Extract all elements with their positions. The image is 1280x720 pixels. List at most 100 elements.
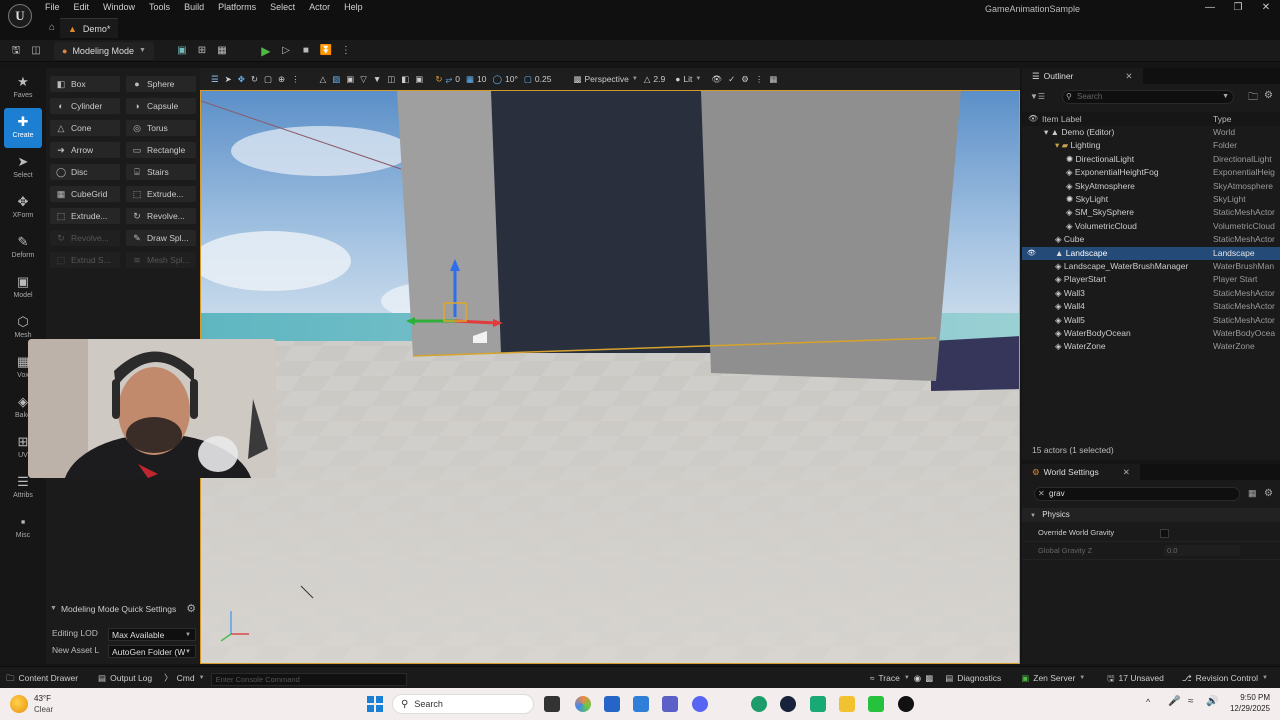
tool-stairs[interactable]: ⌸ Stairs: [126, 164, 196, 180]
override-gravity-checkbox[interactable]: [1160, 529, 1169, 538]
store-icon[interactable]: [604, 696, 620, 712]
outliner-row[interactable]: ◈ SM_SkySphere StaticMeshActor: [1022, 206, 1280, 219]
outliner-row[interactable]: ◈ ExponentialHeightFog ExponentialHeig: [1022, 166, 1280, 179]
task-view-icon[interactable]: [544, 696, 560, 712]
menu-file[interactable]: File: [38, 0, 67, 16]
output-log-button[interactable]: ▤ Output Log: [92, 667, 158, 689]
level-viewport[interactable]: [200, 90, 1020, 664]
volume-icon[interactable]: 🔊: [1206, 696, 1218, 707]
settings-gear-icon[interactable]: ⚙: [1264, 488, 1273, 499]
perspective-button[interactable]: ▩ Perspective ▼: [570, 70, 640, 88]
property-matrix-icon[interactable]: ▦: [1248, 488, 1257, 499]
tool-cylinder[interactable]: ◐ Cylinder: [50, 98, 120, 114]
add-content-icon[interactable]: ▣: [172, 41, 192, 61]
play-icon[interactable]: ▶: [256, 41, 276, 61]
outliner-row[interactable]: ✺ DirectionalLight DirectionalLight: [1022, 153, 1280, 166]
tool-rectangle[interactable]: ▭ Rectangle: [126, 142, 196, 158]
mirror-icon[interactable]: ◫: [384, 70, 398, 88]
tab-outliner[interactable]: ☰ Outliner ✕: [1022, 68, 1143, 84]
lit-button[interactable]: ● Lit ▼: [672, 70, 704, 88]
physics-section-header[interactable]: ▼ Physics: [1022, 508, 1280, 522]
settings-gear-icon[interactable]: ⚙: [738, 70, 752, 88]
terminal-icon[interactable]: [868, 696, 884, 712]
filter-icon[interactable]: ▼☰: [1030, 92, 1045, 101]
content-drawer-button[interactable]: 🗀 Content Drawer: [0, 667, 84, 689]
cmd-button[interactable]: 〉 Cmd ▼: [158, 667, 210, 689]
file-explorer-icon[interactable]: [839, 696, 855, 712]
category-model[interactable]: ▣ Model: [0, 268, 46, 308]
tab-level[interactable]: ▲ Demo*: [60, 18, 119, 38]
new-asset-select[interactable]: AutoGen Folder (W ▼: [108, 645, 196, 658]
triangle-select-icon[interactable]: ▽: [357, 70, 370, 88]
camera-speed-button[interactable]: △ 2.9: [641, 70, 668, 88]
quick-settings-header[interactable]: ▼ Modeling Mode Quick Settings ⚙: [50, 602, 196, 615]
outliner-row[interactable]: ◈ Wall3 StaticMeshActor: [1022, 287, 1280, 300]
category-create[interactable]: ✚ Create: [4, 108, 42, 148]
taskbar-time[interactable]: 9:50 PM: [1226, 693, 1270, 702]
settings-gear-icon[interactable]: ⚙: [1264, 90, 1273, 101]
outlook-icon[interactable]: [633, 696, 649, 712]
visibility-icon[interactable]: 👁: [1027, 247, 1036, 260]
menu-tools[interactable]: Tools: [142, 0, 177, 16]
close-icon[interactable]: ✕: [1125, 68, 1132, 84]
realtime-icon[interactable]: ✓: [725, 70, 738, 88]
add-folder-icon[interactable]: 🗀: [1248, 90, 1258, 107]
menu-window[interactable]: Window: [96, 0, 142, 16]
menu-edit[interactable]: Edit: [67, 0, 97, 16]
mode-selector-button[interactable]: ● Modeling Mode ▼: [54, 41, 154, 60]
unreal-engine-taskbar-icon[interactable]: [898, 696, 914, 712]
tool-cone[interactable]: △ Cone: [50, 120, 120, 136]
visibility-icon[interactable]: 👁: [1028, 114, 1038, 123]
steam-icon[interactable]: [780, 696, 796, 712]
outliner-row[interactable]: ◈ Landscape_WaterBrushManager WaterBrushM…: [1022, 260, 1280, 273]
unreal-logo-icon[interactable]: U: [8, 4, 32, 28]
tool-arrow[interactable]: ➜ Arrow: [50, 142, 120, 158]
col-type[interactable]: Type: [1213, 114, 1231, 124]
cube-icon[interactable]: ▣: [412, 70, 426, 88]
wifi-icon[interactable]: ≈: [1188, 696, 1194, 707]
layout-icon[interactable]: ▦: [766, 70, 780, 88]
menu-build[interactable]: Build: [177, 0, 211, 16]
paint-select-icon[interactable]: ▼: [370, 70, 384, 88]
cinematics-icon[interactable]: ▦: [212, 41, 232, 61]
tool-extrude-path[interactable]: ⬚ Extrude...: [50, 208, 120, 224]
teams-icon[interactable]: [662, 696, 678, 712]
scale-icon[interactable]: ▢: [261, 70, 275, 88]
step-icon[interactable]: ▷: [276, 41, 296, 61]
category-xform[interactable]: ✥ XForm: [0, 188, 46, 228]
tool-capsule[interactable]: ◑ Capsule: [126, 98, 196, 114]
taskbar-date[interactable]: 12/29/2025: [1226, 704, 1270, 713]
tool-revolve[interactable]: ↻ Revolve...: [126, 208, 196, 224]
category-deform[interactable]: ✎ Deform: [0, 228, 46, 268]
outliner-row[interactable]: ◈ Cube StaticMeshActor: [1022, 233, 1280, 246]
tool-extrude[interactable]: ⬚ Extrude...: [126, 186, 196, 202]
diagnostics-button[interactable]: ▤ Diagnostics: [939, 667, 1007, 689]
outliner-row[interactable]: 👁 ▲ Landscape Landscape: [1022, 246, 1280, 260]
category-select[interactable]: ➤ Select: [0, 148, 46, 188]
tool-draw-spline[interactable]: ✎ Draw Spl...: [126, 230, 196, 246]
play-options-icon[interactable]: ⋮: [336, 41, 356, 61]
tray-chevron-icon[interactable]: ^: [1146, 697, 1150, 707]
tool-torus[interactable]: ◎ Torus: [126, 120, 196, 136]
stop-icon[interactable]: ■: [296, 41, 316, 61]
tool-sphere[interactable]: ● Sphere: [126, 76, 196, 92]
copilot-icon[interactable]: [575, 696, 591, 712]
col-item-label[interactable]: Item Label: [1042, 114, 1082, 124]
lasso-icon[interactable]: ▣: [343, 70, 357, 88]
close-icon[interactable]: ✕: [1123, 464, 1130, 480]
taskbar-search[interactable]: ⚲ Search: [392, 694, 534, 714]
outliner-row[interactable]: ◈ WaterBodyOcean WaterBodyOcea: [1022, 327, 1280, 340]
select-box-icon[interactable]: ▨: [329, 70, 343, 88]
tool-cubegrid[interactable]: ▦ CubeGrid: [50, 186, 120, 202]
rotate-snap[interactable]: ◯ 10°: [490, 70, 521, 88]
clear-search-icon[interactable]: ✕: [1038, 488, 1045, 500]
windows-start-icon[interactable]: [367, 696, 383, 712]
more-icon[interactable]: ⋮: [288, 70, 303, 88]
microphone-icon[interactable]: 🎤: [1168, 696, 1180, 707]
minimize-icon[interactable]: —: [1196, 0, 1224, 16]
outliner-row[interactable]: ◈ Wall5 StaticMeshActor: [1022, 314, 1280, 327]
discord-icon[interactable]: [692, 696, 708, 712]
console-input[interactable]: Enter Console Command: [210, 673, 407, 686]
rotate-icon[interactable]: ↻: [248, 70, 261, 88]
category-faves[interactable]: ★ Faves: [0, 68, 46, 108]
